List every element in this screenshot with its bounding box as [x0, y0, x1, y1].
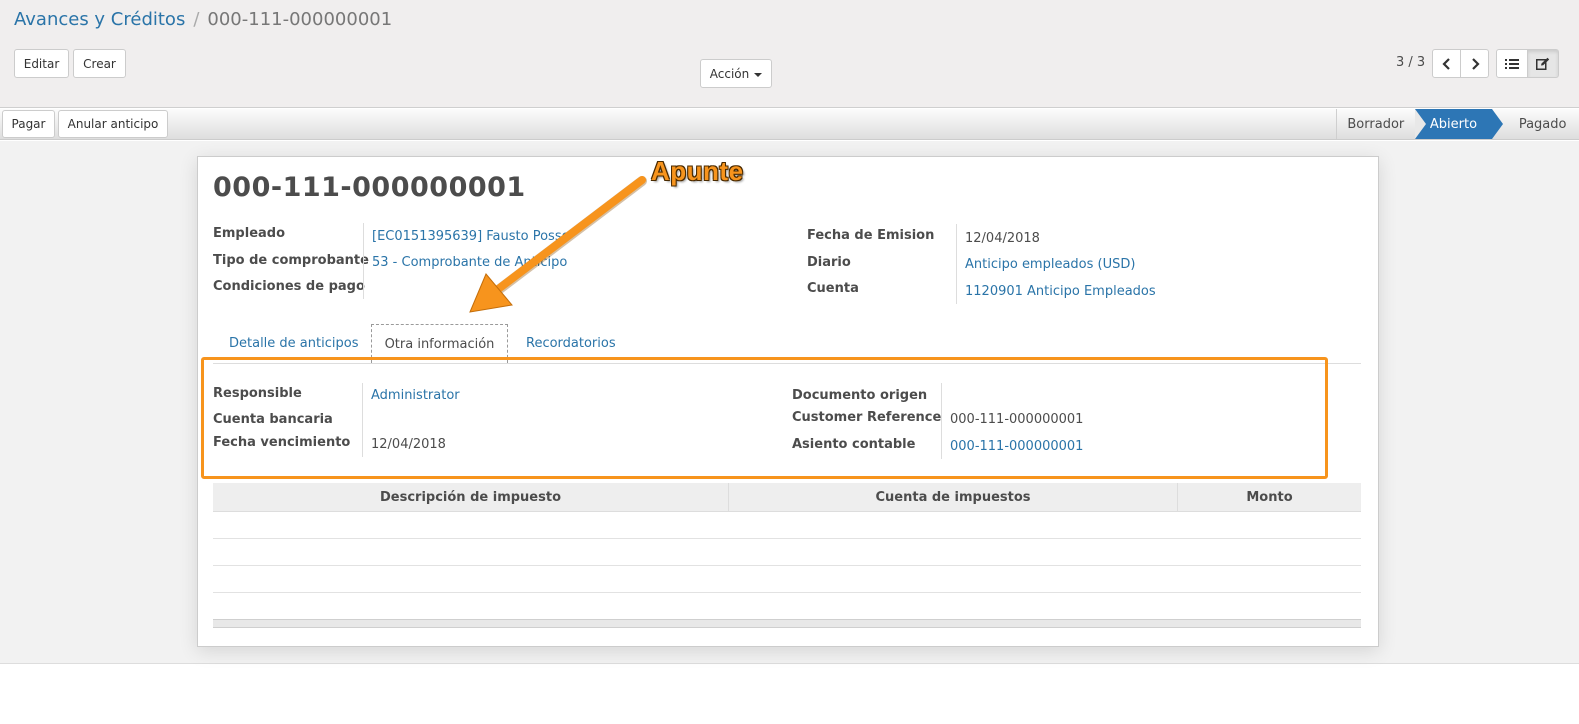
- edit-icon: [1536, 57, 1550, 70]
- breadcrumb-current: 000-111-000000001: [207, 9, 393, 30]
- list-view-button[interactable]: [1496, 49, 1528, 78]
- annotation-label: Apunte: [651, 156, 744, 186]
- list-icon: [1505, 58, 1519, 69]
- tab-reminders[interactable]: Recordatorios: [526, 336, 616, 351]
- create-button[interactable]: Crear: [73, 49, 126, 78]
- form-view-button[interactable]: [1527, 49, 1559, 78]
- document-title: 000-111-000000001: [213, 172, 526, 203]
- pager-next-button[interactable]: [1460, 49, 1489, 78]
- caret-down-icon: [754, 72, 763, 77]
- table-row: [213, 538, 1361, 539]
- pager-buttons: [1432, 49, 1489, 78]
- voucher-type-value-link[interactable]: 53 - Comprobante de Anticipo: [372, 255, 567, 270]
- edit-button[interactable]: Editar: [14, 49, 69, 78]
- journal-value-link[interactable]: Anticipo empleados (USD): [965, 257, 1135, 272]
- pager-previous-button[interactable]: [1432, 49, 1461, 78]
- tax-table-header: Descripción de impuesto Cuenta de impues…: [213, 483, 1361, 512]
- journal-label: Diario: [807, 255, 851, 270]
- control-panel: Avances y Créditos / 000-111-000000001 Edi…: [0, 0, 1579, 108]
- statusbar: Pagar Anular anticipo Borrador Abierto P…: [0, 109, 1579, 140]
- status-step-open-label: Abierto: [1429, 116, 1478, 132]
- chevron-right-icon: [1471, 57, 1480, 70]
- cancel-advance-button[interactable]: Anular anticipo: [58, 110, 168, 138]
- account-value-link[interactable]: 1120901 Anticipo Empleados: [965, 284, 1156, 299]
- table-row: [213, 565, 1361, 566]
- status-step-open[interactable]: Abierto: [1414, 109, 1503, 139]
- voucher-type-label: Tipo de comprobante: [213, 253, 369, 268]
- column-header-amount[interactable]: Monto: [1177, 483, 1361, 512]
- column-header-tax-description[interactable]: Descripción de impuesto: [213, 483, 728, 512]
- employee-value-link[interactable]: [EC0151395639] Fausto Posso: [372, 229, 570, 244]
- pager-value[interactable]: 3 / 3: [1396, 55, 1425, 70]
- breadcrumb-separator: /: [193, 9, 200, 30]
- issue-date-value: 12/04/2018: [965, 231, 1040, 246]
- annotation-highlight-box: [201, 357, 1328, 479]
- payment-terms-label: Condiciones de pago: [213, 279, 365, 294]
- pay-button[interactable]: Pagar: [2, 110, 55, 138]
- action-dropdown-button[interactable]: Acción: [700, 59, 772, 88]
- action-label: Acción: [709, 66, 750, 81]
- view-switcher: [1496, 49, 1559, 78]
- status-step-draft[interactable]: Borrador: [1337, 109, 1415, 139]
- tab-advance-detail[interactable]: Detalle de anticipos: [229, 336, 358, 351]
- tax-table-footer: [213, 619, 1361, 628]
- chevron-left-icon: [1441, 57, 1450, 70]
- account-label: Cuenta: [807, 281, 859, 296]
- employee-label: Empleado: [213, 226, 286, 241]
- status-steps: Borrador Abierto Pagado: [1336, 109, 1579, 139]
- table-row: [213, 592, 1361, 593]
- status-step-paid[interactable]: Pagado: [1492, 109, 1579, 139]
- column-header-tax-account[interactable]: Cuenta de impuestos: [728, 483, 1177, 512]
- issue-date-label: Fecha de Emision: [807, 228, 935, 243]
- field-divider: [956, 224, 957, 304]
- field-divider: [363, 223, 364, 299]
- breadcrumb-parent-link[interactable]: Avances y Créditos: [14, 9, 185, 30]
- breadcrumb: Avances y Créditos / 000-111-000000001: [14, 9, 392, 30]
